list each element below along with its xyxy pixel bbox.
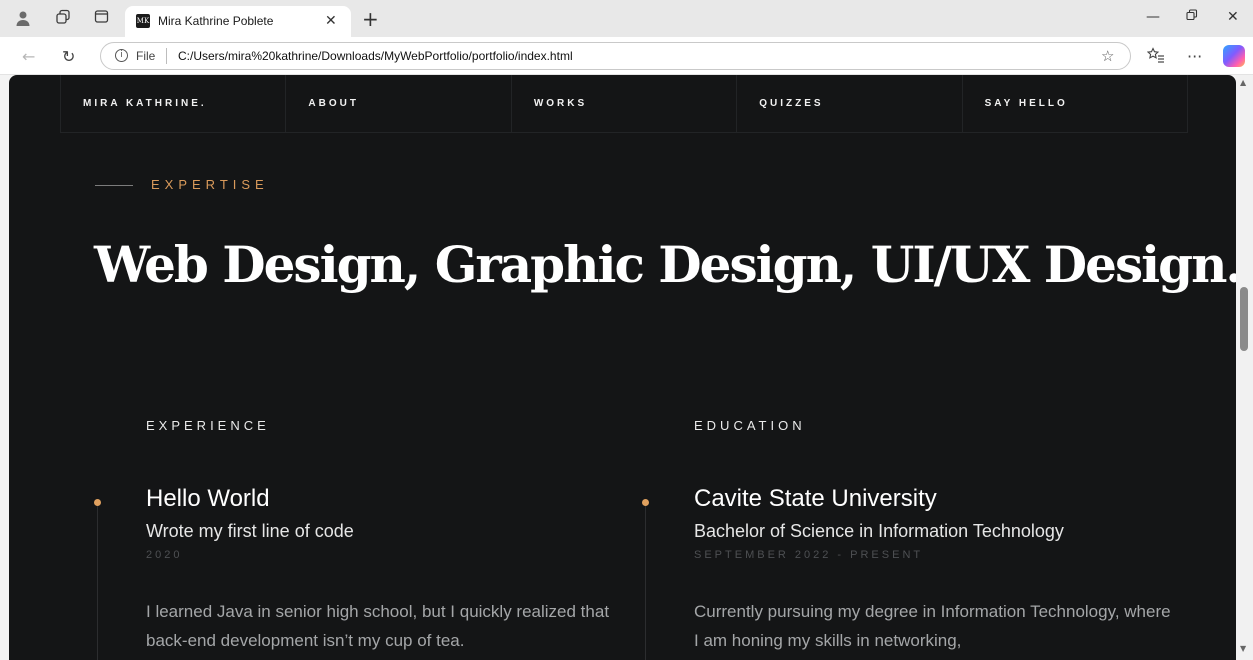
education-body: Currently pursuing my degree in Informat… (694, 602, 1171, 650)
scheme-label: File (136, 49, 156, 63)
active-tab[interactable]: MK Mira Kathrine Poblete ✕ (125, 6, 351, 37)
copilot-icon[interactable] (1223, 45, 1245, 67)
tab-title: Mira Kathrine Poblete (158, 14, 274, 28)
tab-favicon: MK (136, 14, 150, 28)
address-separator (166, 48, 167, 64)
education-date: SEPTEMBER 2022 - PRESENT (694, 549, 924, 561)
scroll-thumb[interactable] (1240, 287, 1248, 351)
experience-heading: EXPERIENCE (146, 418, 270, 433)
page-scrollbar[interactable]: ▲ ▼ (1236, 75, 1253, 660)
new-tab-icon[interactable]: + (362, 7, 379, 31)
tab-bar: MK Mira Kathrine Poblete ✕ + — ✕ (0, 0, 1253, 37)
url-text[interactable]: C:/Users/mira%20kathrine/Downloads/MyWeb… (178, 49, 573, 63)
expertise-headline: Web Design, Graphic Design, UI/UX Design… (94, 235, 1236, 294)
education-heading: EDUCATION (694, 418, 806, 433)
close-tab-icon[interactable]: ✕ (325, 12, 337, 29)
close-window-icon[interactable]: ✕ (1227, 9, 1239, 25)
nav-works[interactable]: WORKS (512, 75, 738, 132)
favorite-star-icon[interactable]: ☆ (1101, 47, 1114, 65)
nav-brand[interactable]: MIRA KATHRINE. (61, 75, 287, 132)
page-viewport: MIRA KATHRINE. ABOUT WORKS QUIZZES SAY H… (9, 75, 1236, 660)
education-timeline-dot (642, 499, 649, 506)
eyebrow-divider (95, 185, 133, 186)
nav-about[interactable]: ABOUT (286, 75, 512, 132)
back-arrow-icon[interactable]: ← (22, 47, 35, 66)
favorites-icon[interactable] (1146, 47, 1165, 67)
address-toolbar: ← ↻ i File C:/Users/mira%20kathrine/Down… (0, 37, 1253, 75)
experience-timeline-line (97, 505, 98, 660)
nav-say-hello[interactable]: SAY HELLO (963, 75, 1187, 132)
nav-quizzes[interactable]: QUIZZES (737, 75, 963, 132)
restore-icon[interactable] (1186, 9, 1198, 25)
scroll-up-icon[interactable]: ▲ (1240, 78, 1246, 87)
experience-body: I learned Java in senior high school, bu… (146, 602, 610, 650)
site-nav: MIRA KATHRINE. ABOUT WORKS QUIZZES SAY H… (60, 75, 1188, 133)
education-subtitle: Bachelor of Science in Information Techn… (694, 521, 1064, 541)
scroll-down-icon[interactable]: ▼ (1240, 644, 1246, 653)
more-options-icon[interactable]: ··· (1187, 47, 1202, 66)
profile-icon[interactable] (14, 9, 32, 27)
workspaces-icon[interactable] (54, 9, 72, 27)
minimize-icon[interactable]: — (1146, 9, 1160, 25)
experience-subtitle: Wrote my first line of code (146, 521, 354, 541)
reload-icon[interactable]: ↻ (62, 47, 75, 66)
experience-timeline-dot (94, 499, 101, 506)
experience-title: Hello World (146, 485, 270, 512)
experience-date: 2020 (146, 549, 183, 561)
education-title: Cavite State University (694, 485, 937, 512)
expertise-eyebrow: EXPERTISE (151, 177, 269, 192)
address-bar[interactable]: i File C:/Users/mira%20kathrine/Download… (100, 42, 1131, 70)
education-timeline-line (645, 505, 646, 660)
tab-actions-icon[interactable] (92, 9, 110, 27)
info-icon[interactable]: i (115, 49, 128, 62)
